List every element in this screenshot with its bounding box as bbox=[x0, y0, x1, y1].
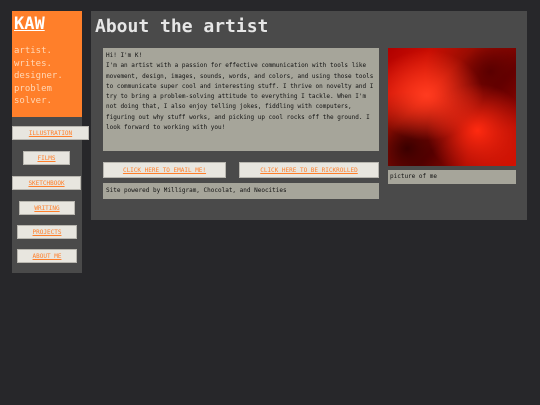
site-credits: Site powered by Milligram, Chocolat, and… bbox=[103, 183, 379, 199]
nav-illustration[interactable]: ILLUSTRATION bbox=[12, 126, 89, 140]
main-panel: About the artist Hi! I'm K! I'm an artis… bbox=[91, 11, 527, 220]
bio-greeting: Hi! I'm K! bbox=[106, 52, 143, 59]
nav-about-me[interactable]: ABOUT ME bbox=[17, 249, 77, 263]
page-title: About the artist bbox=[95, 16, 269, 37]
sidebar: KAW artist. writes. designer. problem so… bbox=[12, 11, 89, 273]
photo-caption: picture of me bbox=[388, 170, 516, 184]
rickroll-button[interactable]: CLICK HERE TO BE RICKROLLED bbox=[239, 162, 379, 178]
bio-text: I'm an artist with a passion for effecti… bbox=[106, 62, 374, 132]
email-button[interactable]: CLICK HERE TO EMAIL ME! bbox=[103, 162, 226, 178]
nav-writing[interactable]: WRITING bbox=[19, 201, 75, 215]
brand-block: KAW artist. writes. designer. problem so… bbox=[12, 11, 82, 117]
bio-card: Hi! I'm K! I'm an artist with a passion … bbox=[103, 48, 379, 151]
site-logo[interactable]: KAW bbox=[14, 14, 45, 34]
nav-projects[interactable]: PROJECTS bbox=[17, 225, 77, 239]
artist-photo bbox=[388, 48, 516, 166]
nav-sketchbook[interactable]: SKETCHBOOK bbox=[12, 176, 81, 190]
brand-tagline: artist. writes. designer. problem solver… bbox=[14, 46, 63, 106]
nav-films[interactable]: FILMS bbox=[23, 151, 70, 165]
